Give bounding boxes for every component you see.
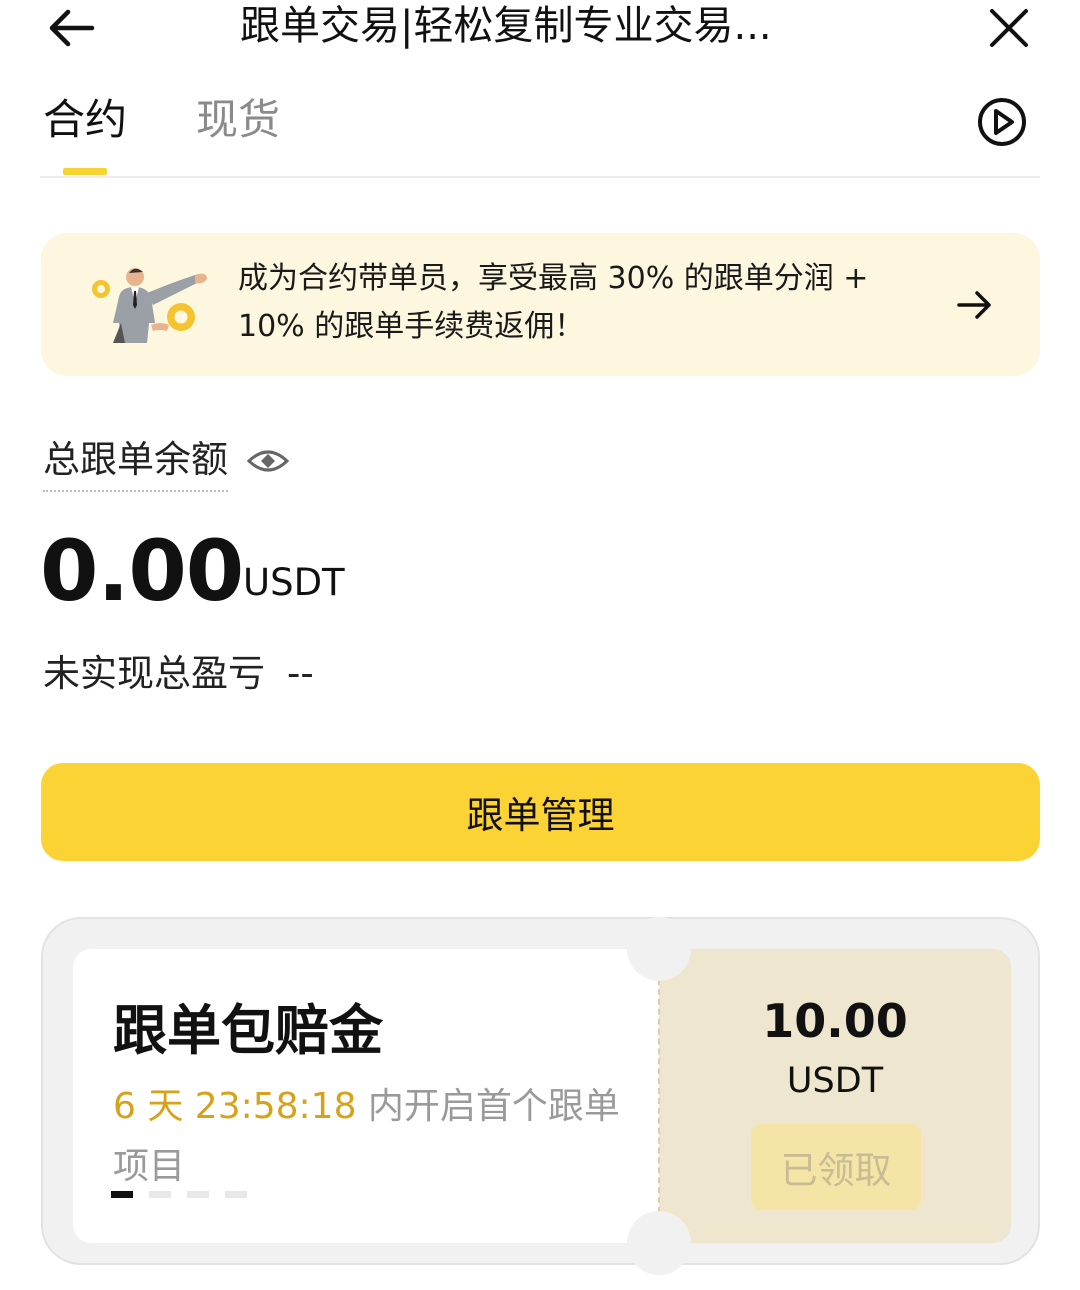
back-button[interactable] [44,4,98,52]
coupon-notch-top [627,917,691,981]
video-tutorial-button[interactable] [976,96,1028,148]
total-balance-value: 0.00 [40,522,244,620]
carousel-dot[interactable] [187,1191,209,1198]
balance-unit: USDT [243,561,345,604]
tab-contract[interactable]: 合约 [43,90,127,150]
carousel-dot[interactable] [225,1191,247,1198]
active-tab-indicator [63,168,107,175]
market-tabs: 合约 现货 [0,80,1080,178]
top-bar: 跟单交易|轻松复制专业交易... [0,0,1080,60]
arrow-left-icon [49,9,95,47]
eye-icon [246,450,290,472]
claimed-button[interactable]: 已领取 [751,1124,921,1210]
tabs-divider [40,176,1040,178]
carousel-dot[interactable] [149,1191,171,1198]
unrealized-pnl-label: 未实现总盈亏 [43,652,265,695]
tab-spot[interactable]: 现货 [196,90,280,150]
arrow-right-icon [957,291,991,319]
lead-trader-promo-banner[interactable]: 成为合约带单员，享受最高 30% 的跟单分润 + 10% 的跟单手续费返佣！ [41,233,1040,376]
page-title: 跟单交易|轻松复制专业交易... [240,3,772,49]
copy-trade-management-button[interactable]: 跟单管理 [41,763,1040,861]
unrealized-pnl-value: -- [287,652,314,695]
close-button[interactable] [984,4,1034,52]
play-circle-icon [978,98,1026,146]
coupon-description: 6 天 23:58:18 内开启首个跟单项目 [113,1077,633,1197]
coupon-info-panel: 跟单包赔金 6 天 23:58:18 内开启首个跟单项目 [73,949,663,1243]
coupon-countdown: 6 天 23:58:18 [113,1086,357,1127]
compensation-coupon-card: 跟单包赔金 6 天 23:58:18 内开启首个跟单项目 10.00 USDT … [41,917,1040,1275]
coupon-perforation [658,979,660,1213]
coupon-notch-bottom [627,1211,691,1275]
coupon-title: 跟单包赔金 [113,999,383,1062]
coupon-amount: 10.00 [762,994,908,1048]
balance-label-text: 总跟单余额 [43,438,228,481]
unrealized-pnl-row: 未实现总盈亏 -- [43,648,314,700]
toggle-visibility-button[interactable] [246,441,290,481]
close-icon [990,9,1028,47]
trader-coins-illustration [92,268,207,343]
coupon-unit: USDT [786,1061,884,1101]
total-copy-balance-label[interactable]: 总跟单余额 [43,436,228,492]
carousel-dot[interactable] [111,1191,133,1198]
promo-text: 成为合约带单员，享受最高 30% 的跟单分润 + 10% 的跟单手续费返佣！ [238,261,869,344]
coupon-amount-panel: 10.00 USDT 已领取 [659,949,1011,1243]
carousel-indicator [111,1191,251,1199]
